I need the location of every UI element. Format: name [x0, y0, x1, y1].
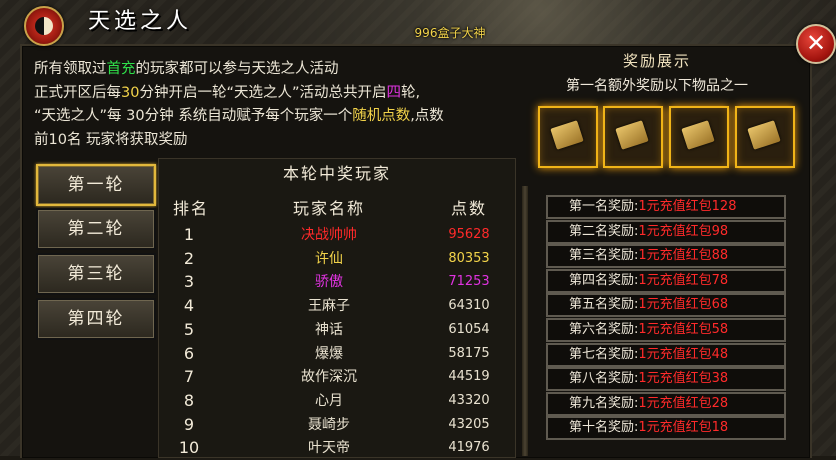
- award-value: 1元充值红包128: [638, 199, 737, 214]
- table-row: 10 叶天帝 41976: [159, 436, 515, 460]
- award-item: 第九名奖励:1元充值红包28: [546, 391, 786, 416]
- tab-round-3[interactable]: 第三轮: [36, 253, 156, 295]
- player-name-cell: 神话: [315, 321, 343, 338]
- rank-cell: 2: [183, 248, 195, 268]
- intro-line-1: 所有领取过首充的玩家都可以参与天选之人活动: [34, 61, 339, 77]
- intro-line-4: 前10名 玩家将获取奖励: [34, 131, 188, 148]
- award-label: 第三名奖励:: [569, 248, 639, 264]
- ranking-title: 本轮中奖玩家: [282, 164, 391, 183]
- points-cell: 43205: [448, 416, 490, 432]
- award-value: 1元充值红包68: [638, 297, 729, 313]
- rank-cell: 10: [178, 438, 200, 458]
- table-row: 4 王麻子 64310: [159, 294, 515, 318]
- reward-display: 奖励展示 第一名额外奖励以下物品之一: [532, 46, 806, 186]
- points-cell: 58175: [448, 345, 490, 361]
- scroll-item-icon[interactable]: [735, 106, 795, 168]
- rank-cell: 9: [183, 414, 195, 434]
- table-row: 6 爆爆 58175: [159, 342, 515, 366]
- player-name-cell: 决战帅帅: [301, 227, 357, 243]
- column-header-points: 点数: [450, 199, 487, 218]
- player-name-cell: 王麻子: [308, 298, 350, 315]
- player-name-cell: 故作深沉: [301, 369, 357, 386]
- award-item: 第一名奖励:1元充值红包128: [546, 195, 786, 219]
- window-title: 天选之人: [88, 9, 193, 34]
- player-name-cell: 骄傲: [315, 274, 343, 291]
- points-cell: 61054: [448, 321, 490, 337]
- award-label: 第四名奖励:: [569, 272, 639, 288]
- award-item: 第五名奖励:1元充值红包68: [546, 293, 786, 318]
- table-row: 2 许仙 80353: [159, 247, 515, 271]
- rank-cell: 3: [183, 272, 195, 292]
- scroll-item-icon[interactable]: [669, 106, 729, 168]
- award-value: 1元充值红包98: [638, 223, 729, 239]
- scroll-item-icon[interactable]: [603, 106, 663, 168]
- award-item: 第十名奖励:1元充值红包18: [546, 416, 786, 441]
- intro-line-3: “天选之人”每 30分钟 系统自动赋予每个玩家一个随机点数,点数: [34, 108, 444, 124]
- award-label: 第八名奖励:: [569, 371, 639, 387]
- award-item: 第六名奖励:1元充值红包58: [546, 318, 786, 342]
- award-value: 1元充值红包28: [638, 395, 729, 411]
- points-cell: 44519: [448, 369, 490, 385]
- award-value: 1元充值红包38: [638, 371, 729, 387]
- divider: [522, 186, 528, 456]
- award-value: 1元充值红包78: [638, 272, 729, 288]
- rank-cell: 6: [183, 343, 195, 363]
- player-name-cell: 聂崎步: [308, 416, 350, 433]
- points-cell: 41976: [448, 440, 490, 456]
- table-row: 5 神话 61054: [159, 318, 515, 342]
- table-row: 9 聂崎步 43205: [159, 413, 515, 437]
- award-item: 第二名奖励:1元充值红包98: [546, 219, 786, 244]
- reward-display-subtitle: 第一名额外奖励以下物品之一: [566, 78, 748, 94]
- player-name-cell: 心月: [315, 392, 343, 409]
- award-value: 1元充值红包88: [638, 248, 729, 264]
- points-cell: 71253: [448, 274, 490, 290]
- tab-round-4[interactable]: 第四轮: [36, 298, 156, 340]
- event-description: 所有领取过首充的玩家都可以参与天选之人活动 正式开区后每30分钟开启一轮“天选之…: [34, 58, 519, 152]
- points-cell: 43320: [448, 392, 490, 408]
- table-row: 1 决战帅帅 95628: [159, 223, 515, 247]
- award-item: 第四名奖励:1元充值红包78: [546, 268, 786, 293]
- column-header-rank: 排名: [172, 199, 209, 218]
- rank-cell: 7: [183, 367, 195, 387]
- award-label: 第五名奖励:: [569, 297, 639, 313]
- rank-cell: 4: [183, 296, 195, 316]
- award-value: 1元充值红包18: [638, 420, 729, 436]
- rank-cell: 5: [183, 319, 195, 339]
- award-value: 1元充值红包58: [638, 322, 729, 337]
- column-header-name: 玩家名称: [292, 199, 365, 218]
- points-cell: 64310: [448, 298, 490, 314]
- award-value: 1元充值红包48: [638, 346, 729, 362]
- award-label: 第十名奖励:: [569, 420, 639, 436]
- rank-cell: 8: [183, 390, 195, 410]
- table-row: 3 骄傲 71253: [159, 270, 515, 294]
- tab-round-1[interactable]: 第一轮: [36, 164, 156, 206]
- reward-display-title: 奖励展示: [622, 52, 691, 70]
- player-name-cell: 许仙: [315, 250, 343, 267]
- award-label: 第九名奖励:: [569, 395, 639, 411]
- points-cell: 95628: [448, 227, 490, 242]
- award-item: 第三名奖励:1元充值红包88: [546, 244, 786, 269]
- table-row: 7 故作深沉 44519: [159, 365, 515, 389]
- intro-line-2: 正式开区后每30分钟开启一轮“天选之人”活动总共开启四轮,: [34, 84, 421, 101]
- player-name-cell: 爆爆: [315, 345, 343, 362]
- award-label: 第七名奖励:: [569, 346, 639, 362]
- rank-cell: 1: [183, 225, 195, 244]
- title-bar: 天选之人: [18, 0, 818, 46]
- award-label: 第六名奖励:: [569, 322, 639, 337]
- points-cell: 80353: [448, 250, 490, 266]
- award-label: 第一名奖励:: [569, 199, 639, 214]
- award-item: 第八名奖励:1元充值红包38: [546, 367, 786, 392]
- scroll-item-icon[interactable]: [538, 106, 598, 168]
- ranking-table: 本轮中奖玩家 排名 玩家名称 点数 1 决战帅帅 95628 2 许仙 80353 3 骄傲 7…: [158, 158, 516, 458]
- table-row: 8 心月 43320: [159, 389, 515, 413]
- yin-yang-icon: [24, 6, 64, 46]
- award-item: 第七名奖励:1元充值红包48: [546, 342, 786, 367]
- tab-round-2[interactable]: 第二轮: [36, 208, 156, 250]
- award-label: 第二名奖励:: [569, 223, 639, 239]
- player-name-cell: 叶天帝: [308, 440, 350, 457]
